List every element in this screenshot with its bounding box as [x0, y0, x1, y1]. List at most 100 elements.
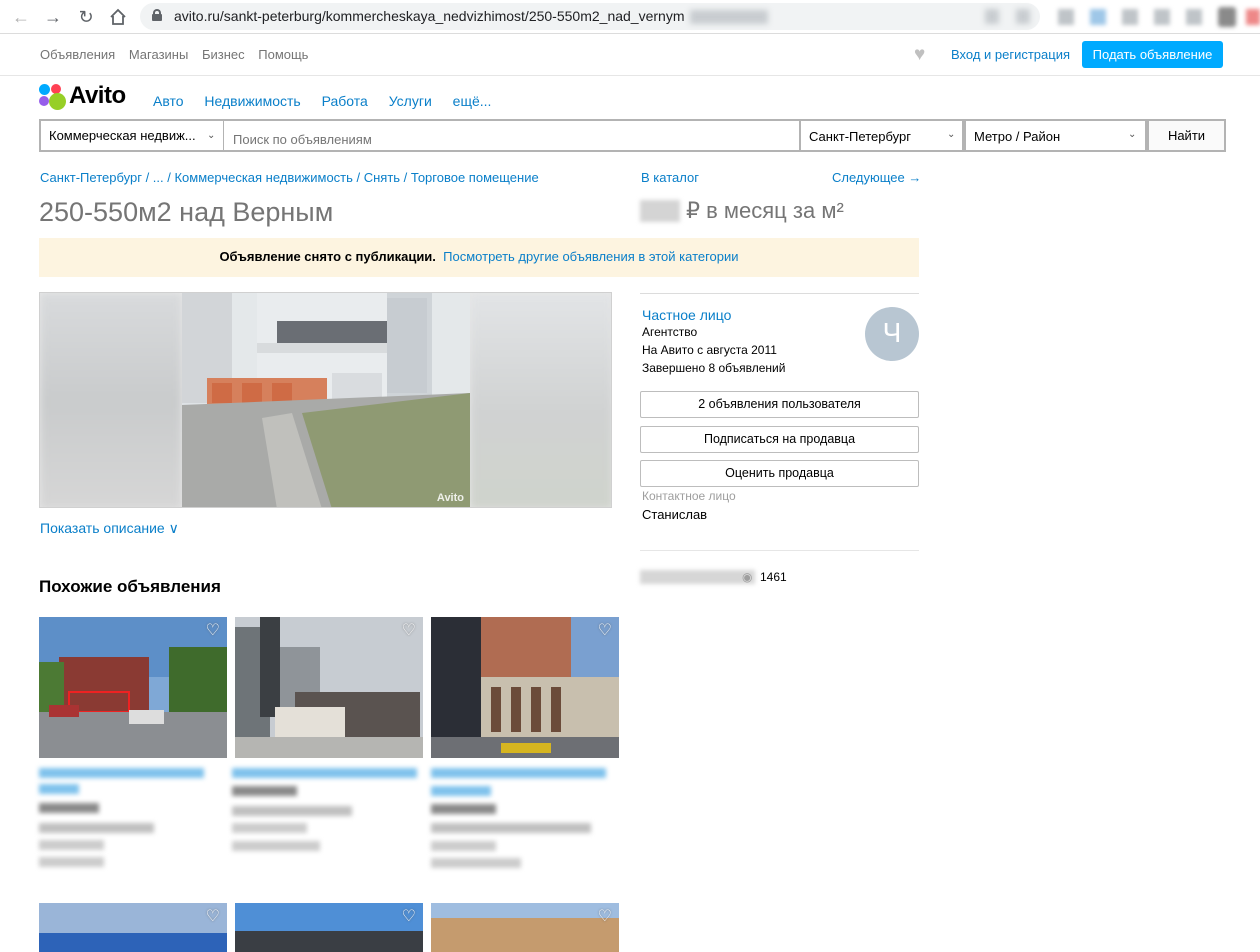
next-listing-link[interactable]: Следующее →	[832, 170, 921, 185]
card-meta-redacted	[232, 841, 320, 851]
card-address-redacted	[431, 823, 591, 833]
login-link[interactable]: Вход и регистрация	[951, 47, 1070, 62]
listing-meta-redacted	[640, 570, 755, 584]
seller-since: На Авито с августа 2011	[642, 343, 777, 357]
category-nav: Авто Недвижимость Работа Услуги ещё...	[153, 93, 508, 109]
topnav-link-help[interactable]: Помощь	[258, 47, 308, 62]
back-icon[interactable]: ←	[9, 5, 33, 29]
catalog-link[interactable]: В каталог	[641, 170, 699, 185]
chevron-down-icon: ⌄	[947, 129, 956, 140]
notice-link[interactable]: Посмотреть другие объявления в этой кате…	[443, 249, 738, 264]
contact-name: Станислав	[642, 507, 708, 522]
show-description-link[interactable]: Показать описание ∨	[40, 520, 179, 537]
similar-card[interactable]: ♡	[39, 617, 227, 758]
catnav-auto[interactable]: Авто	[153, 93, 184, 109]
views-count: 1461	[760, 570, 787, 584]
similar-card[interactable]: ♡	[235, 617, 423, 758]
gallery-blur-right	[470, 293, 611, 507]
rate-seller-button[interactable]: Оценить продавца	[640, 460, 919, 487]
similar-card[interactable]: ♡	[431, 903, 619, 952]
category-select[interactable]: Коммерческая недвиж... ⌄	[41, 121, 224, 150]
heart-icon[interactable]: ♡	[402, 909, 416, 925]
post-ad-button[interactable]: Подать объявление	[1082, 41, 1223, 68]
card-title-redacted	[39, 768, 204, 778]
topnav-links: Объявления Магазины Бизнес Помощь	[40, 47, 318, 62]
listing-title: 250-550м2 над Верным	[39, 197, 334, 227]
card-address-redacted	[39, 823, 154, 833]
address-bar[interactable]: avito.ru/sankt-peterburg/kommercheskaya_…	[140, 3, 1040, 30]
catnav-more[interactable]: ещё...	[453, 93, 492, 109]
avatar[interactable]: Ч	[865, 307, 919, 361]
seller-completed: Завершено 8 объявлений	[642, 361, 786, 375]
find-button[interactable]: Найти	[1147, 119, 1226, 152]
extension-icon[interactable]	[1122, 9, 1138, 25]
similar-card[interactable]: ♡	[235, 903, 423, 952]
listing-price: ₽ в месяц за м²	[640, 198, 844, 224]
heart-icon[interactable]: ♡	[598, 623, 612, 639]
logo-dot-green	[49, 93, 66, 110]
search-bar: Коммерческая недвиж... ⌄ Санкт-Петербург…	[39, 119, 1226, 152]
card-meta-redacted	[232, 823, 307, 833]
photo-gallery[interactable]: Avito	[39, 292, 612, 508]
price-redacted	[640, 200, 680, 222]
menu-icon[interactable]	[1246, 9, 1260, 25]
heart-icon[interactable]: ♡	[206, 623, 220, 639]
extension-icon[interactable]	[1186, 9, 1202, 25]
heart-icon[interactable]: ♡	[402, 623, 416, 639]
heart-icon[interactable]: ♥	[914, 45, 925, 64]
topnav-link-business[interactable]: Бизнес	[202, 47, 245, 62]
heart-icon[interactable]: ♡	[206, 909, 220, 925]
card-meta-redacted	[431, 858, 521, 868]
eye-icon: ◉	[742, 570, 753, 584]
browser-toolbar: ← → ↻ avito.ru/sankt-peterburg/kommerche…	[0, 0, 1260, 34]
subscribe-button[interactable]: Подписаться на продавца	[640, 426, 919, 453]
catnav-jobs[interactable]: Работа	[322, 93, 368, 109]
card-title-redacted	[431, 768, 606, 778]
card-price-redacted	[232, 786, 297, 796]
city-select[interactable]: Санкт-Петербург ⌄	[799, 119, 964, 152]
user-ads-button[interactable]: 2 объявления пользователя	[640, 391, 919, 418]
metro-select[interactable]: Метро / Район ⌄	[964, 119, 1147, 152]
extension-icon[interactable]	[1016, 9, 1030, 24]
logo-dot-blue	[39, 84, 50, 95]
similar-card[interactable]: ♡	[431, 617, 619, 758]
divider	[640, 550, 919, 551]
divider	[640, 293, 919, 294]
seller-type: Агентство	[642, 325, 698, 339]
catnav-services[interactable]: Услуги	[389, 93, 432, 109]
city-select-value: Санкт-Петербург	[809, 129, 911, 144]
removed-notice: Объявление снято с публикации. Посмотрет…	[39, 238, 919, 277]
extension-icon[interactable]	[1154, 9, 1170, 25]
breadcrumb[interactable]: Санкт-Петербург / ... / Коммерческая нед…	[40, 170, 539, 185]
heart-icon[interactable]: ♡	[598, 909, 612, 925]
price-suffix: ₽ в месяц за м²	[686, 198, 844, 223]
similar-heading: Похожие объявления	[39, 577, 221, 596]
url-text: avito.ru/sankt-peterburg/kommercheskaya_…	[174, 8, 685, 24]
chevron-down-icon: ⌄	[207, 130, 216, 141]
avito-watermark: Avito	[436, 492, 464, 504]
similar-card[interactable]: ♡	[39, 903, 227, 952]
main-photo[interactable]: Avito	[182, 293, 470, 507]
search-input[interactable]	[225, 121, 799, 150]
card-price-redacted	[39, 803, 99, 813]
seller-name-link[interactable]: Частное лицо	[642, 307, 731, 323]
logo-dot-purple	[39, 96, 49, 106]
forward-icon[interactable]: →	[41, 5, 65, 29]
extension-icon[interactable]	[1058, 9, 1074, 25]
card-address-redacted	[232, 806, 352, 816]
chevron-down-icon: ⌄	[1128, 129, 1137, 140]
extension-icon[interactable]	[1090, 9, 1106, 25]
url-redacted	[690, 10, 768, 24]
home-icon[interactable]	[106, 5, 130, 29]
metro-select-value: Метро / Район	[974, 129, 1061, 144]
lock-icon	[152, 9, 162, 21]
profile-avatar[interactable]	[1218, 7, 1236, 27]
topnav-link-ads[interactable]: Объявления	[40, 47, 115, 62]
star-icon[interactable]	[985, 9, 999, 24]
reload-icon[interactable]: ↻	[74, 5, 98, 29]
topnav-link-shops[interactable]: Магазины	[129, 47, 189, 62]
card-meta-redacted	[39, 840, 104, 850]
catnav-realty[interactable]: Недвижимость	[204, 93, 300, 109]
card-title-redacted	[232, 768, 417, 778]
gallery-blur-left	[40, 293, 182, 507]
